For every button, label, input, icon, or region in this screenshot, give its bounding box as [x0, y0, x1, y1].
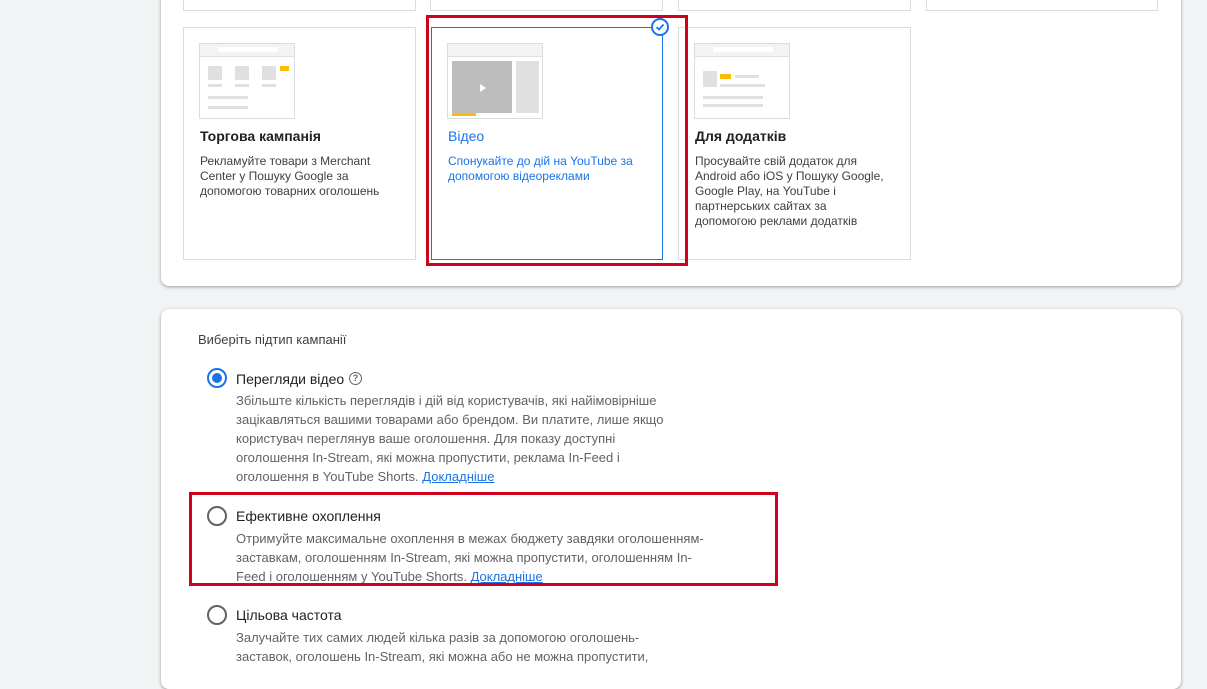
option-label-video-views[interactable]: Перегляди відео — [236, 371, 344, 387]
learn-more-link[interactable]: Докладніше — [422, 469, 494, 484]
campaign-card-apps[interactable]: Для додатків Просувайте свій додаток для… — [678, 27, 911, 260]
section-title: Виберіть підтип кампанії — [198, 332, 347, 347]
card-title: Торгова кампанія — [200, 128, 321, 144]
shopping-thumbnail-icon — [199, 43, 295, 119]
campaign-type-card-partial[interactable] — [678, 0, 911, 11]
option-label-target-frequency[interactable]: Цільова частота — [236, 607, 342, 623]
campaign-type-card-partial[interactable] — [183, 0, 416, 11]
card-title: Для додатків — [695, 128, 787, 144]
option-description-text: Залучайте тих самих людей кілька разів з… — [236, 630, 649, 664]
highlight-efficient-reach — [189, 492, 778, 586]
card-description: Просувайте свій додаток для Android або … — [695, 154, 884, 228]
campaign-type-card-partial[interactable] — [926, 0, 1158, 11]
app-thumbnail-icon — [694, 43, 790, 119]
campaign-card-shopping[interactable]: Торгова кампанія Рекламуйте товари з Mer… — [183, 27, 416, 260]
option-description-target-frequency: Залучайте тих самих людей кілька разів з… — [236, 628, 681, 666]
radio-video-views[interactable] — [207, 368, 227, 388]
help-icon[interactable]: ? — [349, 372, 362, 385]
card-description: Рекламуйте товари з Merchant Center у По… — [200, 154, 380, 198]
radio-target-frequency[interactable] — [207, 605, 227, 625]
option-description-video-views: Збільште кількість переглядів і дій від … — [236, 391, 691, 486]
campaign-type-card-partial[interactable] — [430, 0, 663, 11]
highlight-video-card — [426, 15, 688, 266]
